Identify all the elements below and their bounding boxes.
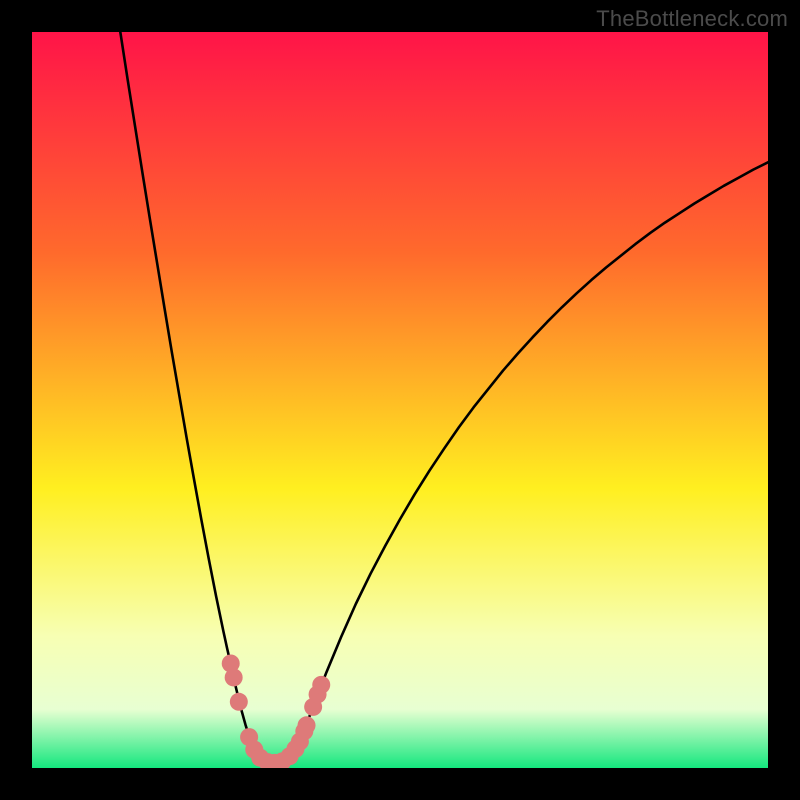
data-marker: [298, 716, 316, 734]
data-marker: [230, 693, 248, 711]
watermark-text: TheBottleneck.com: [596, 6, 788, 32]
plot-area: [32, 32, 768, 768]
data-marker: [225, 668, 243, 686]
gradient-background: [32, 32, 768, 768]
data-marker: [312, 676, 330, 694]
chart-frame: TheBottleneck.com: [0, 0, 800, 800]
chart-svg: [32, 32, 768, 768]
